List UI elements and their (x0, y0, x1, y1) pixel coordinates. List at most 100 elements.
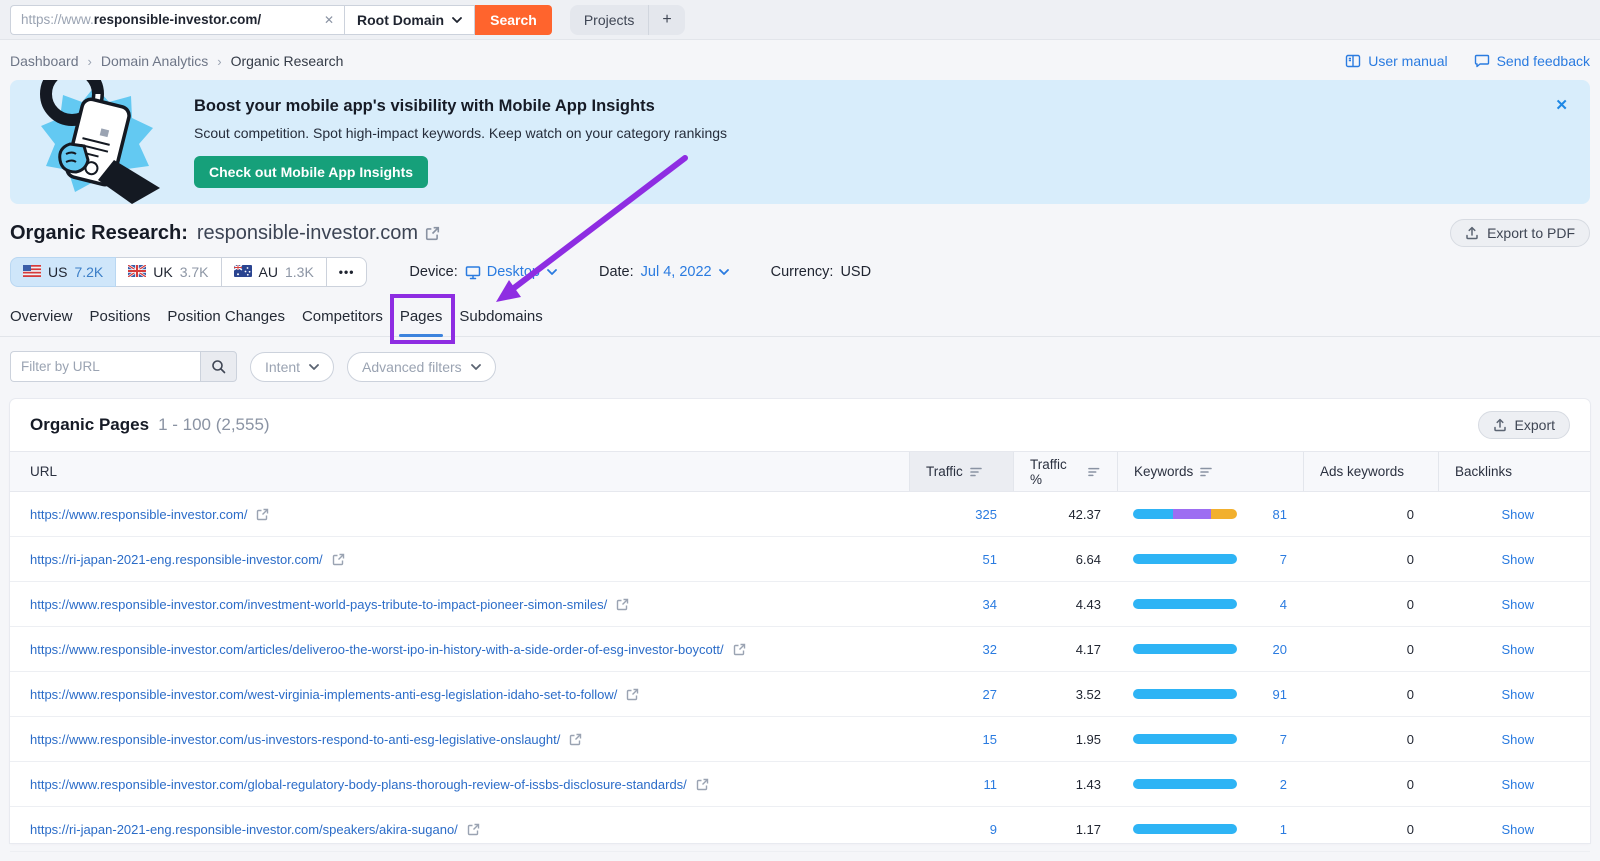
page-url-link[interactable]: https://www.responsible-investor.com/wes… (30, 687, 617, 702)
advanced-filters-dropdown[interactable]: Advanced filters (347, 352, 496, 382)
ads-keywords-value: 0 (1407, 732, 1414, 747)
backlinks-show-link[interactable]: Show (1501, 777, 1534, 792)
external-link-icon[interactable] (332, 553, 345, 566)
page-url-link[interactable]: https://www.responsible-investor.com/art… (30, 642, 724, 657)
backlinks-show-link[interactable]: Show (1501, 822, 1534, 837)
traffic-value[interactable]: 27 (983, 687, 997, 702)
url-cell: https://www.responsible-investor.com/art… (10, 642, 909, 657)
country-tab-uk[interactable]: UK3.7K (115, 257, 221, 287)
external-link-icon[interactable] (626, 688, 639, 701)
domain-input-prefix: https://www. (21, 12, 94, 27)
external-link-icon[interactable] (696, 778, 709, 791)
send-feedback-link[interactable]: Send feedback (1474, 53, 1590, 69)
country-tab-us[interactable]: US7.2K (10, 257, 116, 287)
breadcrumb-item-domain-analytics[interactable]: Domain Analytics (101, 53, 208, 69)
date-selector[interactable]: Date: Jul 4, 2022 (599, 264, 729, 280)
au-flag-icon (234, 264, 252, 280)
url-filter-input[interactable] (10, 351, 200, 382)
page-url-link[interactable]: https://ri-japan-2021-eng.responsible-in… (30, 822, 458, 837)
projects-tab[interactable]: Projects + (570, 5, 685, 35)
intent-dropdown[interactable]: Intent (250, 352, 334, 382)
chevron-down-icon (309, 364, 319, 370)
traffic-value[interactable]: 51 (983, 552, 997, 567)
traffic-cell: 32 (909, 642, 1013, 657)
keywords-count[interactable]: 7 (1280, 732, 1287, 747)
export-label: Export (1515, 417, 1555, 433)
keywords-count[interactable]: 7 (1280, 552, 1287, 567)
backlinks-show-link[interactable]: Show (1501, 507, 1534, 522)
traffic-pct-value: 42.37 (1068, 507, 1101, 522)
backlinks-show-link[interactable]: Show (1501, 732, 1534, 747)
external-link-icon[interactable] (256, 508, 269, 521)
tab-pages[interactable]: Pages (400, 299, 443, 336)
keywords-count[interactable]: 2 (1280, 777, 1287, 792)
tab-positions[interactable]: Positions (90, 299, 151, 336)
page-url-link[interactable]: https://www.responsible-investor.com/us-… (30, 732, 560, 747)
external-link-icon[interactable] (467, 823, 480, 836)
traffic-value[interactable]: 325 (975, 507, 997, 522)
keywords-count[interactable]: 4 (1280, 597, 1287, 612)
breadcrumb-item-dashboard[interactable]: Dashboard (10, 53, 79, 69)
tab-competitors[interactable]: Competitors (302, 299, 383, 336)
backlinks-show-link[interactable]: Show (1501, 687, 1534, 702)
column-label: Traffic (926, 464, 963, 479)
column-header-traffic[interactable]: Traffic (909, 452, 1013, 491)
keywords-count[interactable]: 81 (1273, 507, 1287, 522)
external-link-icon[interactable] (425, 226, 440, 241)
traffic-pct-value: 6.64 (1076, 552, 1101, 567)
tab-position-changes[interactable]: Position Changes (167, 299, 285, 336)
chevron-down-icon (719, 269, 729, 275)
device-label: Device: (409, 264, 457, 280)
traffic-cell: 11 (909, 777, 1013, 792)
keywords-count[interactable]: 1 (1280, 822, 1287, 837)
column-header-traffic[interactable]: Traffic % (1013, 452, 1117, 491)
filter-search-button[interactable] (200, 351, 237, 382)
column-header-keywords[interactable]: Keywords (1117, 452, 1303, 491)
export-to-pdf-button[interactable]: Export to PDF (1450, 219, 1590, 247)
page-url-link[interactable]: https://www.responsible-investor.com/glo… (30, 777, 687, 792)
domain-input-value: responsible-investor.com/ (94, 12, 261, 27)
backlinks-show-link[interactable]: Show (1501, 552, 1534, 567)
external-link-icon[interactable] (733, 643, 746, 656)
advanced-filters-label: Advanced filters (362, 359, 462, 375)
external-link-icon[interactable] (569, 733, 582, 746)
url-cell: https://www.responsible-investor.com/inv… (10, 597, 909, 612)
search-button[interactable]: Search (475, 5, 552, 35)
keywords-cell: 4 (1117, 597, 1303, 612)
domain-input[interactable]: https://www.responsible-investor.com/ ✕ (10, 5, 344, 35)
ads-keywords-value: 0 (1407, 507, 1414, 522)
scope-select[interactable]: Root Domain (344, 5, 475, 35)
add-project-button[interactable]: + (649, 11, 684, 29)
page-url-link[interactable]: https://www.responsible-investor.com/inv… (30, 597, 607, 612)
country-traffic: 3.7K (180, 264, 209, 280)
backlinks-show-link[interactable]: Show (1501, 642, 1534, 657)
traffic-value[interactable]: 9 (990, 822, 997, 837)
traffic-value[interactable]: 11 (984, 777, 998, 792)
backlinks-cell: Show (1438, 642, 1590, 657)
traffic-pct-cell: 1.43 (1013, 777, 1117, 792)
country-tab-au[interactable]: AU1.3K (221, 257, 327, 287)
column-label: Backlinks (1455, 464, 1512, 479)
external-link-icon[interactable] (616, 598, 629, 611)
intent-bar-segment (1133, 599, 1237, 609)
more-countries-button[interactable]: ••• (326, 257, 368, 287)
ads-keywords-value: 0 (1407, 777, 1414, 792)
clear-input-icon[interactable]: ✕ (324, 13, 334, 27)
traffic-value[interactable]: 32 (983, 642, 997, 657)
export-button[interactable]: Export (1478, 411, 1570, 439)
page-url-link[interactable]: https://www.responsible-investor.com/ (30, 507, 247, 522)
tab-overview[interactable]: Overview (10, 299, 73, 336)
banner-close-icon[interactable]: ✕ (1555, 96, 1568, 114)
traffic-value[interactable]: 15 (983, 732, 997, 747)
ads-keywords-cell: 0 (1303, 642, 1438, 657)
device-selector[interactable]: Device: Desktop (409, 264, 557, 280)
backlinks-show-link[interactable]: Show (1501, 597, 1534, 612)
tab-subdomains[interactable]: Subdomains (459, 299, 542, 336)
page-url-link[interactable]: https://ri-japan-2021-eng.responsible-in… (30, 552, 323, 567)
traffic-value[interactable]: 34 (983, 597, 997, 612)
keywords-count[interactable]: 20 (1273, 642, 1287, 657)
banner-cta-button[interactable]: Check out Mobile App Insights (194, 156, 428, 188)
keywords-count[interactable]: 91 (1273, 687, 1287, 702)
user-manual-link[interactable]: User manual (1345, 53, 1447, 69)
traffic-cell: 27 (909, 687, 1013, 702)
